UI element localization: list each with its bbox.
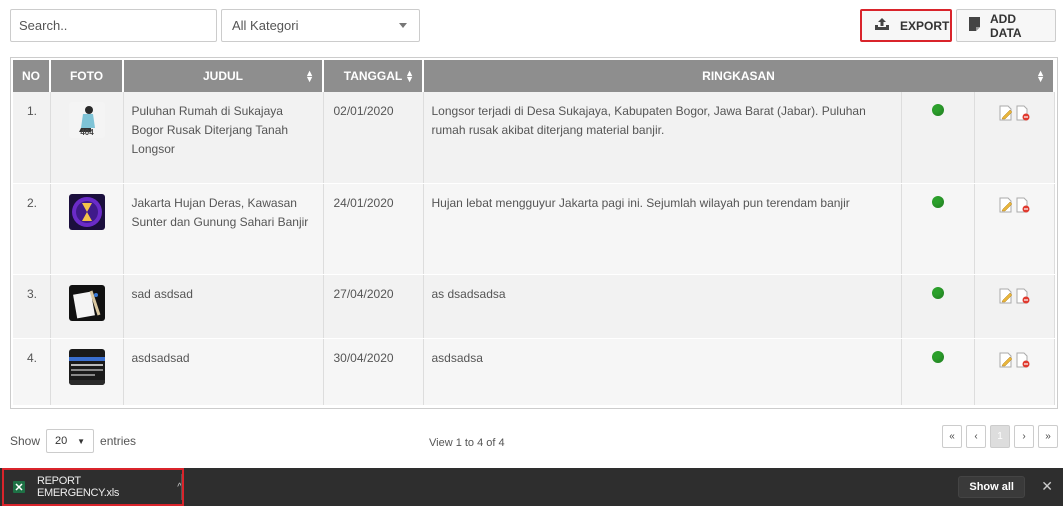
status-active-icon[interactable] [931, 286, 944, 299]
row-actions [974, 92, 1055, 184]
table-header: NO FOTO JUDUL ▲ ▼ TANGGAL ▲ ▼ RINGKASAN ▲ ▼ [13, 60, 1055, 92]
thumbnail-image[interactable] [68, 284, 105, 321]
download-item[interactable]: REPORT EMERGENCY.xls ^ [2, 468, 184, 506]
toolbar: All Kategori EXPORT ADD DATA [10, 9, 1056, 43]
edit-icon[interactable] [999, 197, 1013, 219]
show-label: Show [10, 434, 41, 448]
show-all-button[interactable]: Show all [958, 476, 1025, 498]
header-foto[interactable]: FOTO [50, 60, 124, 92]
sort-icon: ▲ ▼ [1036, 68, 1045, 84]
row-no: 1. [13, 92, 51, 184]
row-judul: sad asdsad [123, 274, 324, 339]
row-status [901, 338, 975, 406]
row-tanggal: 27/04/2020 [323, 274, 424, 339]
thumbnail-image[interactable] [68, 193, 105, 230]
header-ringkasan-label: RINGKASAN [702, 69, 775, 83]
row-no: 3. [13, 274, 51, 339]
page-length-select[interactable]: 20 ▼ [46, 429, 95, 453]
row-judul: Jakarta Hujan Deras, Kawasan Sunter dan … [123, 183, 324, 275]
header-tanggal-label: TANGGAL [343, 69, 403, 83]
prev-page-button[interactable]: ‹ [966, 425, 986, 448]
row-actions [974, 274, 1055, 339]
row-foto [50, 274, 124, 339]
status-active-icon[interactable] [931, 104, 944, 116]
status-active-icon[interactable] [931, 195, 944, 208]
header-tanggal[interactable]: TANGGAL ▲ ▼ [323, 60, 424, 92]
pagination: « ‹ 1 › » [942, 425, 1058, 448]
row-foto [50, 183, 124, 275]
row-ringkasan: asdsadsa [423, 338, 902, 406]
page-length-value: 20 [55, 435, 68, 447]
page-length-control: Show 20 ▼ entries [10, 429, 136, 453]
row-judul: asdsadsad [123, 338, 324, 406]
next-page-button[interactable]: › [1014, 425, 1034, 448]
close-icon[interactable]: ✕ [1041, 478, 1053, 495]
row-tanggal: 24/01/2020 [323, 183, 424, 275]
thumbnail-image[interactable] [68, 348, 105, 385]
edit-icon[interactable] [999, 288, 1013, 310]
header-judul[interactable]: JUDUL ▲ ▼ [123, 60, 324, 92]
row-judul: Puluhan Rumah di Sukajaya Bogor Rusak Di… [123, 92, 324, 184]
last-page-button[interactable]: » [1038, 425, 1058, 448]
table-info: View 1 to 4 of 4 [429, 437, 505, 449]
delete-icon[interactable] [1016, 288, 1030, 310]
row-ringkasan: Hujan lebat mengguyur Jakarta pagi ini. … [423, 183, 902, 275]
header-judul-label: JUDUL [202, 69, 243, 83]
export-button[interactable]: EXPORT [860, 9, 952, 42]
thumbnail-image[interactable]: 404 [68, 102, 105, 138]
download-file-name: REPORT EMERGENCY.xls [37, 475, 120, 499]
edit-icon[interactable] [999, 105, 1013, 127]
data-table: NO FOTO JUDUL ▲ ▼ TANGGAL ▲ ▼ RINGKASAN ▲ ▼ 1.… [10, 57, 1058, 409]
entries-label: entries [100, 434, 137, 448]
table-row: 2. Jakarta Hujan Deras, Kawasan Sunter d… [13, 183, 1055, 275]
delete-icon[interactable] [1016, 352, 1030, 374]
thumbnail-text: 404 [80, 128, 94, 137]
row-tanggal: 02/01/2020 [323, 92, 424, 184]
caret-down-icon: ▼ [77, 436, 86, 446]
add-data-button[interactable]: ADD DATA [956, 9, 1056, 42]
row-status [901, 92, 975, 184]
first-page-button[interactable]: « [942, 425, 962, 448]
header-no[interactable]: NO [13, 60, 51, 92]
row-status [901, 183, 975, 275]
row-no: 4. [13, 338, 51, 406]
row-ringkasan: as dsadsadsa [423, 274, 902, 339]
table-row: 1. 404 Puluhan Rumah di Sukajaya Bogor R… [13, 92, 1055, 184]
row-no: 2. [13, 183, 51, 275]
row-tanggal: 30/04/2020 [323, 338, 424, 406]
category-select-value: All Kategori [232, 18, 299, 33]
divider [181, 474, 182, 500]
edit-icon[interactable] [999, 352, 1013, 374]
sort-icon: ▲ ▼ [305, 68, 314, 84]
caret-down-icon [399, 23, 407, 28]
download-bar: REPORT EMERGENCY.xls ^ Show all ✕ [0, 468, 1063, 506]
row-foto [50, 338, 124, 406]
sort-icon: ▲ ▼ [405, 68, 414, 84]
page-1-button[interactable]: 1 [990, 425, 1010, 448]
document-icon [969, 17, 980, 34]
row-ringkasan: Longsor terjadi di Desa Sukajaya, Kabupa… [423, 92, 902, 184]
table-footer: Show 20 ▼ entries View 1 to 4 of 4 « ‹ 1… [10, 425, 1058, 455]
excel-file-icon [13, 481, 25, 493]
export-label: EXPORT [900, 18, 950, 33]
upload-tray-icon [874, 17, 890, 34]
row-actions [974, 338, 1055, 406]
row-status [901, 274, 975, 339]
status-active-icon[interactable] [931, 350, 944, 363]
delete-icon[interactable] [1016, 197, 1030, 219]
row-actions [974, 183, 1055, 275]
category-select[interactable]: All Kategori [221, 9, 420, 42]
add-data-label: ADD DATA [990, 11, 1022, 40]
delete-icon[interactable] [1016, 105, 1030, 127]
row-foto: 404 [50, 92, 124, 184]
header-ringkasan[interactable]: RINGKASAN ▲ ▼ [423, 60, 1055, 92]
table-row: 3. sad asdsad 27/04/2020 as dsadsadsa [13, 274, 1055, 339]
table-row: 4. asdsadsad 30/04/2020 asdsadsa [13, 338, 1055, 406]
search-input[interactable] [10, 9, 217, 42]
